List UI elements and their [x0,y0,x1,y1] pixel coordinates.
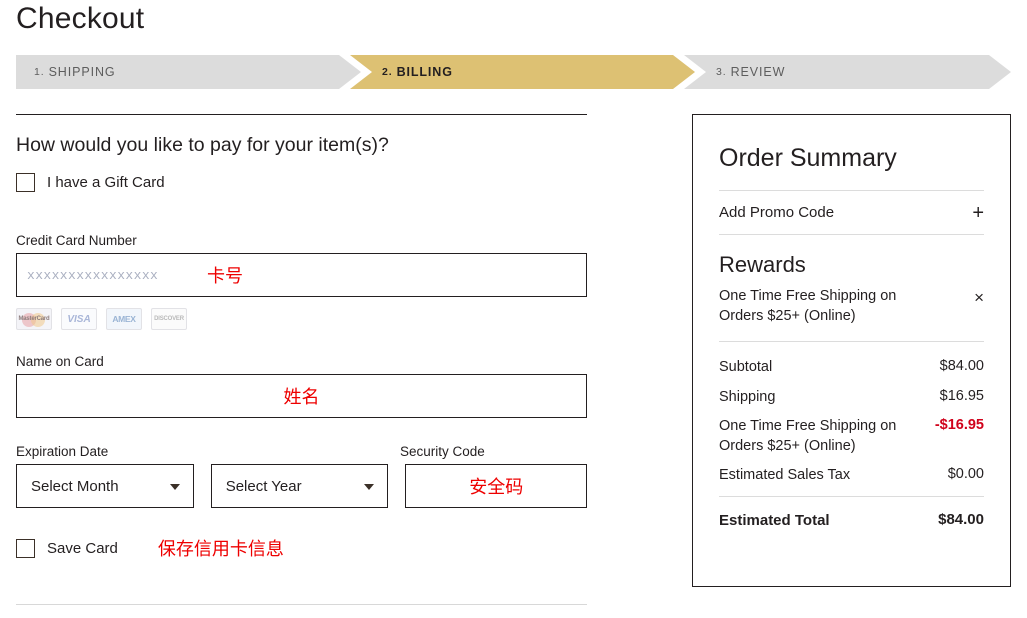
order-summary-panel: Order Summary Add Promo Code + Rewards O… [692,114,1011,587]
subtotal-value: $84.00 [939,358,984,375]
total-row-sales-tax: Estimated Sales Tax $0.00 [719,466,984,486]
name-on-card-input[interactable]: 姓名 [16,374,587,418]
save-card-label: Save Card [47,539,118,557]
card-number-placeholder: xxxxxxxxxxxxxxxx [27,267,159,283]
card-number-input[interactable]: xxxxxxxxxxxxxxxx 卡号 [16,253,587,297]
security-code-group: Security Code [400,444,485,464]
mastercard-logo: MasterCard [16,308,52,330]
subtotal-label: Subtotal [719,359,773,376]
mastercard-logo-text: MasterCard [18,316,50,322]
summary-divider-3 [719,341,984,343]
add-promo-code-row[interactable]: Add Promo Code + [719,191,984,234]
summary-divider-2 [719,234,984,235]
amex-logo-text: AMEX [112,314,136,324]
plus-icon[interactable]: + [972,203,984,223]
total-row-free-shipping-discount: One Time Free Shipping on Orders $25+ (O… [719,417,984,456]
expiry-security-group: Expiration Date Security Code Select Mon… [16,444,588,508]
free-shipping-discount-value: -$16.95 [934,417,984,434]
expiration-year-value: Select Year [225,477,302,495]
step-review[interactable]: 3. REVIEW [684,55,1011,89]
name-on-card-label: Name on Card [16,354,104,369]
page-title: Checkout [16,2,145,35]
shipping-value: $16.95 [939,387,984,404]
chevron-down-icon [169,484,180,490]
visa-logo: VISA [61,308,97,330]
rewards-title: Rewards [719,252,806,277]
order-summary-title: Order Summary [719,144,897,172]
card-number-group: Credit Card Number xxxxxxxxxxxxxxxx 卡号 [16,233,587,297]
name-on-card-annotation: 姓名 [283,387,320,408]
order-totals: Subtotal $84.00 Shipping $16.95 One Time… [719,358,984,531]
gift-card-row[interactable]: I have a Gift Card [16,173,587,192]
close-icon[interactable]: × [974,289,984,306]
security-code-input[interactable]: 安全码 [405,464,588,508]
amex-logo: AMEX [106,308,142,330]
estimated-total-value: $84.00 [938,510,984,528]
checkout-progress-steps: 1. SHIPPING 2. BILLING 3. REVIEW [16,55,1011,89]
gift-card-label: I have a Gift Card [47,174,165,191]
add-promo-code-label: Add Promo Code [719,204,835,221]
expiration-month-value: Select Month [31,477,119,495]
card-number-label: Credit Card Number [16,233,137,248]
expiry-security-row: Select Month Select Year 安全码 [16,464,588,508]
sales-tax-value: $0.00 [947,466,984,483]
security-code-label: Security Code [400,444,485,459]
payment-form: How would you like to pay for your item(… [16,114,588,561]
reward-item-row: One Time Free Shipping on Orders $25+ (O… [719,287,984,326]
step-shipping[interactable]: 1. SHIPPING [16,55,361,89]
total-row-subtotal: Subtotal $84.00 [719,358,984,378]
total-row-shipping: Shipping $16.95 [719,388,984,408]
estimated-total-label: Estimated Total [719,511,830,529]
reward-item-text: One Time Free Shipping on Orders $25+ (O… [719,288,897,324]
expiration-month-select[interactable]: Select Month [16,464,194,508]
free-shipping-discount-label: One Time Free Shipping on Orders $25+ (O… [719,418,897,454]
checkout-page: Checkout 1. SHIPPING 2. BILLING 3. REVIE… [0,0,1027,618]
total-row-estimated-total: Estimated Total $84.00 [719,511,984,531]
card-number-annotation: 卡号 [207,266,243,287]
discover-logo: DISCOVER [151,308,187,330]
gift-card-checkbox[interactable] [16,173,35,192]
step-shipping-number: 1. [34,66,45,78]
step-review-label: REVIEW [730,65,786,79]
payment-question: How would you like to pay for your item(… [16,134,389,156]
step-billing[interactable]: 2. BILLING [350,55,695,89]
save-card-checkbox[interactable] [16,538,35,558]
shipping-label: Shipping [719,388,776,405]
save-card-row[interactable]: Save Card 保存信用卡信息 [16,535,587,561]
expiration-date-label: Expiration Date [16,444,109,459]
step-shipping-label: SHIPPING [48,65,116,79]
section-divider-bottom [16,604,587,605]
summary-divider-4 [719,495,984,497]
chevron-down-icon [364,484,375,490]
security-code-annotation: 安全码 [469,477,524,498]
name-on-card-group: Name on Card 姓名 [16,354,587,418]
section-divider-top [16,114,587,115]
step-review-number: 3. [716,66,727,78]
accepted-cards: MasterCard VISA AMEX DISCOVER [16,308,587,330]
step-billing-label: BILLING [396,65,453,79]
discover-logo-text: DISCOVER [154,316,184,322]
expiration-group: Expiration Date [16,444,400,464]
step-billing-number: 2. [382,66,393,78]
visa-logo-text: VISA [67,313,91,325]
save-card-annotation: 保存信用卡信息 [157,539,284,560]
expiration-year-select[interactable]: Select Year [210,464,389,508]
sales-tax-label: Estimated Sales Tax [719,467,851,484]
